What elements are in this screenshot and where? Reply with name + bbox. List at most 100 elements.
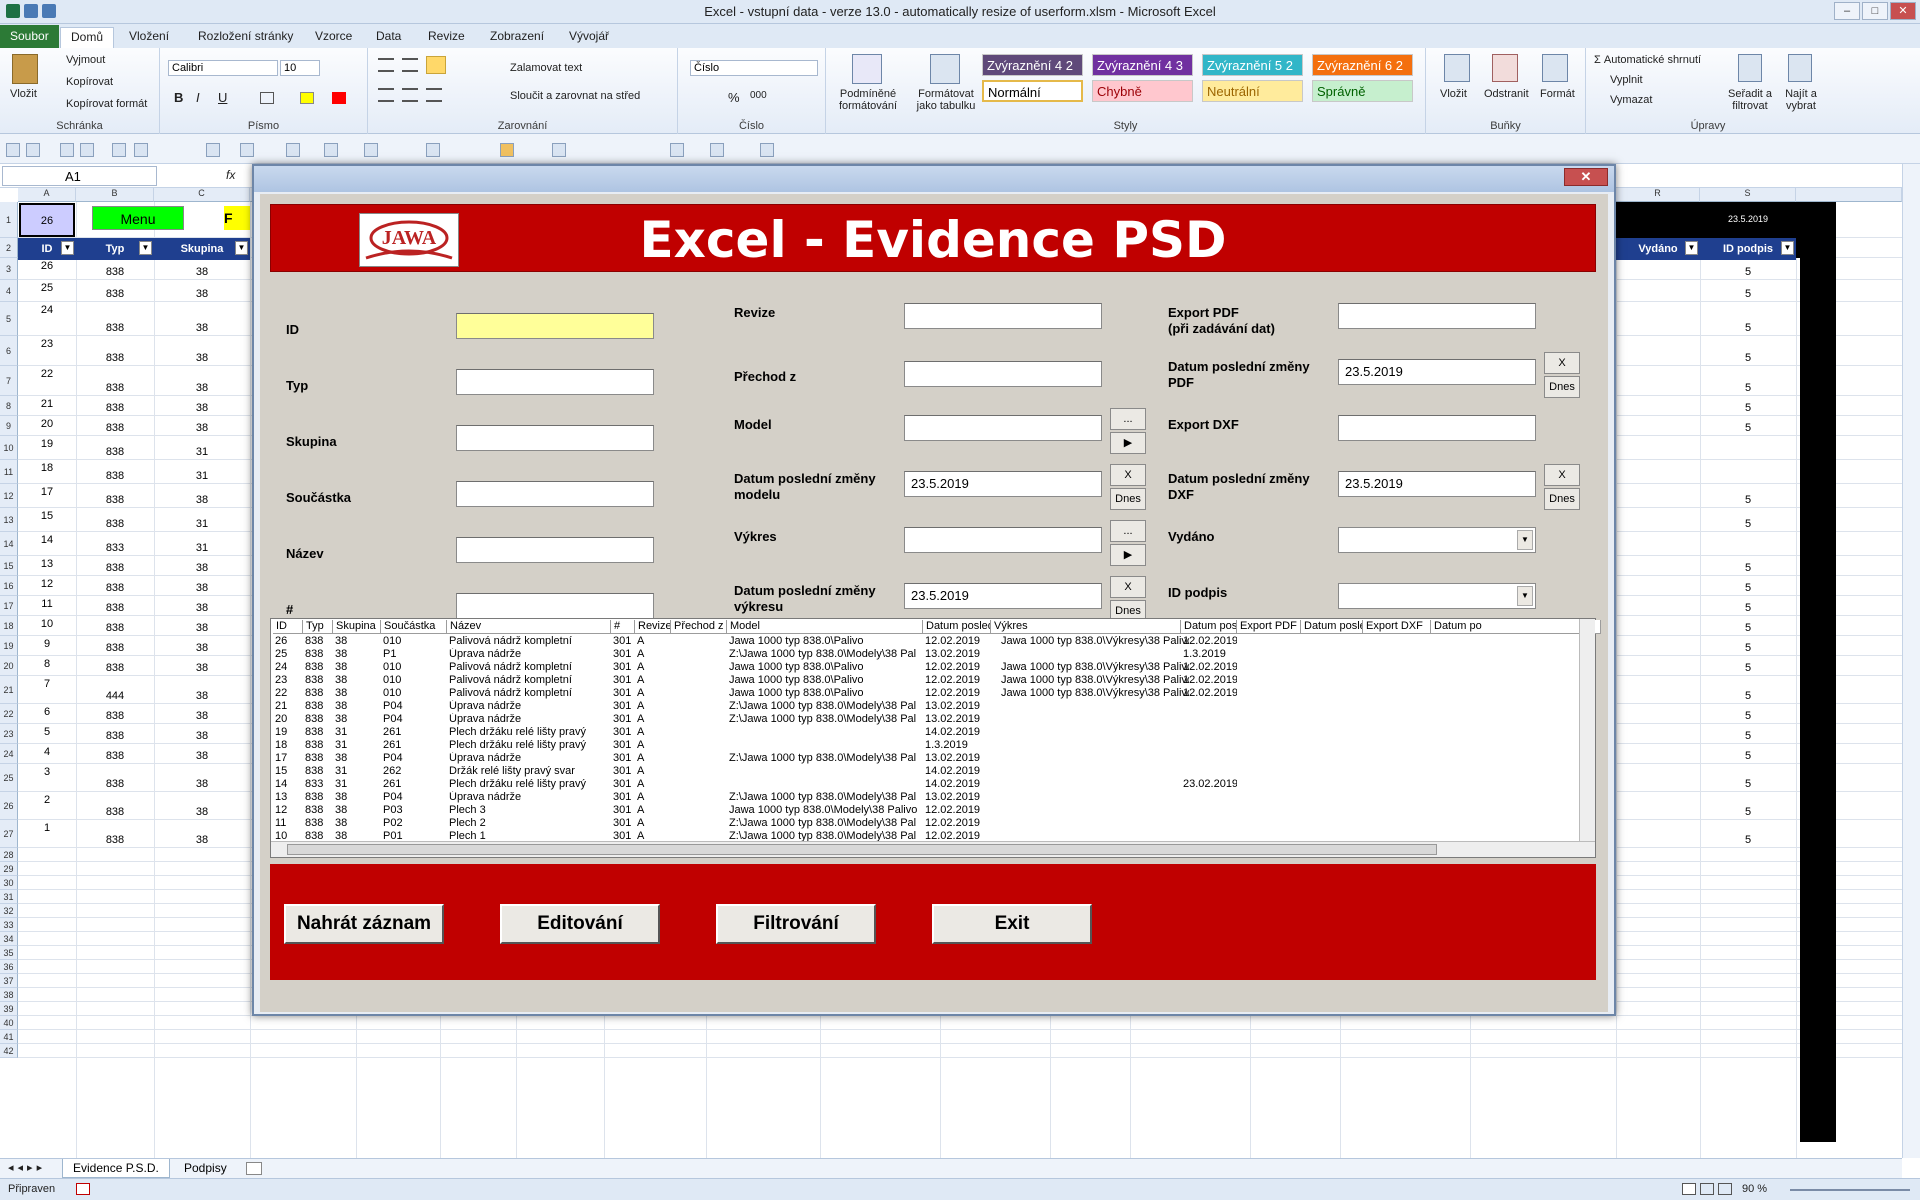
list-cell[interactable] (1181, 817, 1237, 830)
list-cell[interactable]: P04 (381, 791, 447, 804)
row-header[interactable]: 26 (0, 792, 18, 820)
list-cell[interactable]: 13.02.2019 (923, 700, 991, 713)
copy-button[interactable]: Kopírovat (66, 76, 113, 88)
list-cell[interactable]: Z:\Jawa 1000 typ 838.0\Modely\38 Pal (727, 713, 923, 726)
list-cell[interactable] (999, 648, 1189, 661)
page-break-view-icon[interactable] (1718, 1183, 1732, 1195)
list-cell[interactable]: 12 (273, 804, 303, 817)
cell-typ[interactable]: 838 (76, 422, 154, 434)
list-cell[interactable]: Z:\Jawa 1000 typ 838.0\Modely\38 Pal (727, 817, 923, 830)
dialog-title-bar[interactable]: ✕ (254, 166, 1614, 192)
row-header[interactable]: 2 (0, 238, 18, 258)
horizontal-scrollbar[interactable] (1140, 1158, 1902, 1178)
list-cell[interactable]: 12.02.2019 (1181, 674, 1237, 687)
cell-id-podpis[interactable]: 5 (1700, 382, 1796, 394)
tab-review[interactable]: Revize (418, 27, 475, 48)
redo-icon[interactable] (240, 143, 254, 157)
list-cell[interactable]: 14.02.2019 (923, 765, 991, 778)
page-layout-view-icon[interactable] (1700, 1183, 1714, 1195)
list-cell[interactable]: Jawa 1000 typ 838.0\Výkresy\38 Palivo (999, 674, 1189, 687)
border-icon[interactable] (260, 92, 274, 104)
cell-skupina[interactable]: 38 (154, 662, 250, 674)
list-cell[interactable]: 301 (611, 765, 635, 778)
list-cell[interactable] (1181, 726, 1237, 739)
list-cell[interactable] (671, 648, 727, 661)
list-cell[interactable] (999, 817, 1189, 830)
print-icon[interactable] (134, 143, 148, 157)
row-header[interactable]: 19 (0, 636, 18, 656)
autosum-button[interactable]: Σ Automatické shrnutí (1594, 54, 1701, 66)
list-cell[interactable]: 301 (611, 700, 635, 713)
list-cell[interactable]: 12.02.2019 (923, 687, 991, 700)
list-cell[interactable]: 38 (333, 752, 381, 765)
list-cell[interactable] (671, 674, 727, 687)
list-cell[interactable]: A (635, 687, 671, 700)
list-cell[interactable]: A (635, 635, 671, 648)
list-cell[interactable]: A (635, 752, 671, 765)
list-column-header[interactable]: Typ (303, 620, 333, 634)
list-cell[interactable]: P04 (381, 752, 447, 765)
list-cell[interactable] (999, 739, 1189, 752)
percent-button[interactable]: % (728, 90, 740, 105)
row-header[interactable]: 9 (0, 416, 18, 436)
list-cell[interactable]: 301 (611, 648, 635, 661)
list-cell[interactable] (671, 739, 727, 752)
edit-button[interactable]: Editování (500, 904, 660, 944)
cell-id-podpis[interactable]: 5 (1700, 642, 1796, 654)
row-header[interactable]: 20 (0, 656, 18, 676)
cell-typ[interactable]: 838 (76, 562, 154, 574)
row-header[interactable]: 30 (0, 876, 18, 890)
list-cell[interactable]: Jawa 1000 typ 838.0\Výkresy\38 Palivo (999, 635, 1189, 648)
list-cell[interactable]: 13 (273, 791, 303, 804)
new-icon[interactable] (6, 143, 20, 157)
tab-file[interactable]: Soubor (0, 25, 59, 48)
cell-skupina[interactable]: 38 (154, 642, 250, 654)
upload-record-button[interactable]: Nahrát záznam (284, 904, 444, 944)
row-header[interactable]: 39 (0, 1002, 18, 1016)
cell-id[interactable]: 13 (18, 558, 76, 570)
list-column-header[interactable]: Datum po (1431, 620, 1601, 634)
list-cell[interactable]: Jawa 1000 typ 838.0\Výkresy\38 Palivo (999, 687, 1189, 700)
cell-typ[interactable]: 838 (76, 662, 154, 674)
list-cell[interactable]: Z:\Jawa 1000 typ 838.0\Modely\38 Pal (727, 791, 923, 804)
format-cells-button[interactable]: Formát (1540, 88, 1575, 100)
font-name-select[interactable]: Calibri (168, 60, 278, 76)
list-cell[interactable]: 31 (333, 739, 381, 752)
list-cell[interactable]: 13.02.2019 (923, 648, 991, 661)
list-cell[interactable]: 010 (381, 687, 447, 700)
export-pdf-field[interactable] (1338, 303, 1536, 329)
vydano-combo[interactable]: ▼ (1338, 527, 1536, 553)
list-cell[interactable]: 12.02.2019 (1181, 661, 1237, 674)
cell-id[interactable]: 6 (18, 706, 76, 718)
cell-skupina[interactable]: 31 (154, 446, 250, 458)
row-header[interactable]: 16 (0, 576, 18, 596)
cell-typ[interactable]: 838 (76, 750, 154, 762)
cell-typ[interactable]: 838 (76, 834, 154, 846)
list-cell[interactable]: Držák relé lišty pravý svar (447, 765, 611, 778)
cell-id[interactable]: 8 (18, 658, 76, 670)
column-letter[interactable]: S (1700, 188, 1796, 202)
cell-id-podpis[interactable]: 5 (1700, 690, 1796, 702)
filter-dropdown-icon[interactable]: ▼ (235, 241, 248, 255)
list-cell[interactable]: A (635, 765, 671, 778)
tab-developer[interactable]: Vývojář (559, 27, 619, 48)
list-column-header[interactable]: Přechod z (671, 620, 727, 634)
vykres-open-button[interactable]: ▶ (1110, 544, 1146, 566)
minimize-button[interactable]: – (1834, 2, 1860, 20)
list-cell[interactable] (1181, 739, 1237, 752)
list-cell[interactable]: A (635, 661, 671, 674)
list-cell[interactable] (727, 726, 923, 739)
column-letter[interactable]: A (18, 188, 76, 202)
cell-typ[interactable]: 838 (76, 806, 154, 818)
list-cell[interactable] (999, 726, 1189, 739)
row-header[interactable]: 34 (0, 932, 18, 946)
row-header[interactable]: 4 (0, 280, 18, 302)
row-header[interactable]: 3 (0, 258, 18, 280)
list-cell[interactable] (671, 726, 727, 739)
cell-typ[interactable]: 838 (76, 642, 154, 654)
find-select-button[interactable]: Najít a vybrat (1776, 88, 1826, 112)
cell-skupina[interactable]: 38 (154, 690, 250, 702)
model-open-button[interactable]: ▶ (1110, 432, 1146, 454)
list-column-header[interactable]: Model (727, 620, 923, 634)
list-cell[interactable]: Plech držáku relé lišty pravý (447, 739, 611, 752)
